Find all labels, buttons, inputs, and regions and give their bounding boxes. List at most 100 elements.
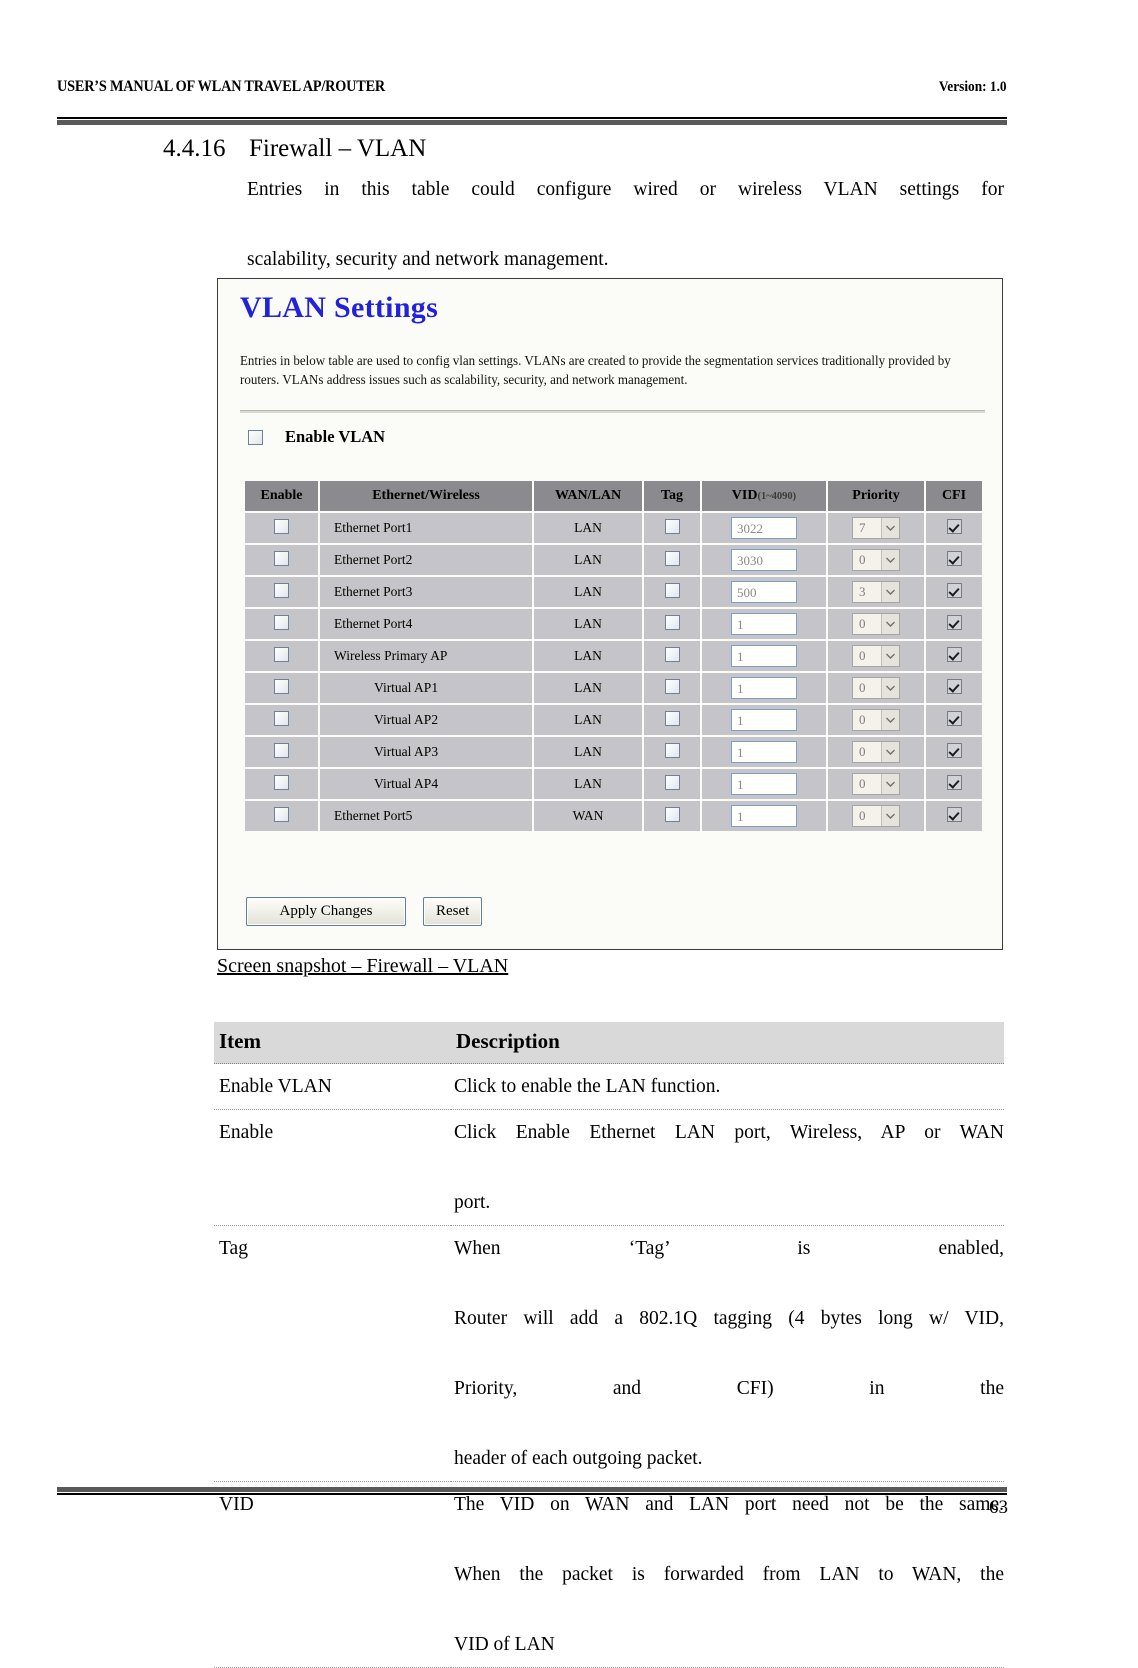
- cfi-checkbox[interactable]: [946, 614, 962, 630]
- row-tag-checkbox[interactable]: [664, 614, 680, 630]
- column-header-wan-lan: WAN/LAN: [534, 481, 642, 511]
- cell-priority: 0: [828, 737, 924, 767]
- priority-select[interactable]: 3: [852, 581, 900, 603]
- cell-tag: [644, 577, 700, 607]
- chevron-down-icon: [881, 774, 899, 794]
- column-header-description: Description: [451, 1022, 1004, 1064]
- vlan-table-row: Ethernet Port1 LAN 3022 7: [245, 513, 982, 543]
- description-table-row: Enable VLAN Click to enable the LAN funct…: [214, 1063, 1004, 1110]
- vlan-table-row: Virtual AP4 LAN 1 0: [245, 769, 982, 799]
- item-description-table: Item Description Enable VLAN Click to ena…: [214, 1022, 1004, 1668]
- row-enable-checkbox[interactable]: [274, 582, 289, 598]
- cell-priority: 3: [828, 577, 924, 607]
- cfi-checkbox[interactable]: [946, 774, 962, 790]
- enable-vlan-row: Enable VLAN: [248, 427, 385, 447]
- cell-priority: 0: [828, 545, 924, 575]
- cell-enable: [245, 737, 318, 767]
- cell-description: When ‘Tag’ is enabled, Router will add a …: [451, 1225, 1004, 1482]
- row-tag-checkbox[interactable]: [664, 806, 680, 822]
- section-intro: Entries in this table could configure wi…: [247, 172, 1004, 277]
- priority-select[interactable]: 0: [852, 549, 900, 571]
- description-line: Router will add a 802.1Q tagging (4 byte…: [454, 1308, 1004, 1329]
- cell-vid: 1: [702, 609, 826, 639]
- vlan-table-row: Virtual AP2 LAN 1 0: [245, 705, 982, 735]
- figure-caption: Screen snapshot – Firewall – VLAN: [217, 955, 509, 977]
- row-enable-checkbox[interactable]: [274, 742, 289, 758]
- cfi-checkbox[interactable]: [946, 550, 962, 566]
- enable-vlan-label: Enable VLAN: [285, 427, 386, 446]
- cfi-checkbox[interactable]: [946, 710, 962, 726]
- vid-input[interactable]: 1: [731, 773, 797, 795]
- cell-tag: [644, 513, 700, 543]
- priority-select[interactable]: 7: [852, 517, 900, 539]
- description-line: When the packet is forwarded from LAN to…: [454, 1564, 1004, 1585]
- row-tag-checkbox[interactable]: [664, 646, 680, 662]
- cfi-checkbox[interactable]: [946, 582, 962, 598]
- vid-label: VID: [731, 488, 758, 503]
- reset-button[interactable]: Reset: [423, 897, 483, 926]
- description-line-1: Entries in below table are used to confi…: [240, 353, 819, 368]
- cfi-checkbox[interactable]: [946, 806, 962, 822]
- cell-cfi: [926, 769, 982, 799]
- section-title: Firewall – VLAN: [249, 135, 427, 162]
- cfi-checkbox[interactable]: [946, 646, 962, 662]
- row-tag-checkbox[interactable]: [664, 742, 680, 758]
- row-enable-checkbox[interactable]: [274, 774, 289, 790]
- cell-interface-name: Virtual AP1: [320, 673, 532, 703]
- cell-enable: [245, 705, 318, 735]
- cfi-checkbox[interactable]: [946, 518, 962, 534]
- vlan-table-row: Ethernet Port4 LAN 1 0: [245, 609, 982, 639]
- description-table-row: Enable Click Enable Ethernet LAN port, Wi…: [214, 1109, 1004, 1226]
- intro-line-2: scalability, security and network manage…: [247, 249, 609, 270]
- cell-priority: 0: [828, 673, 924, 703]
- row-enable-checkbox[interactable]: [274, 614, 289, 630]
- cell-vid: 1: [702, 641, 826, 671]
- priority-select[interactable]: 0: [852, 613, 900, 635]
- apply-changes-button[interactable]: Apply Changes: [246, 897, 406, 926]
- chevron-down-icon: [881, 518, 899, 538]
- cell-cfi: [926, 577, 982, 607]
- row-tag-checkbox[interactable]: [664, 774, 680, 790]
- vid-input[interactable]: 3022: [731, 517, 797, 539]
- cell-interface-name: Ethernet Port4: [320, 609, 532, 639]
- vid-input[interactable]: 1: [731, 677, 797, 699]
- row-enable-checkbox[interactable]: [274, 550, 289, 566]
- cell-description: Click Enable Ethernet LAN port, Wireless…: [451, 1109, 1004, 1226]
- row-tag-checkbox[interactable]: [664, 582, 680, 598]
- row-tag-checkbox[interactable]: [664, 550, 680, 566]
- priority-select[interactable]: 0: [852, 709, 900, 731]
- vid-input[interactable]: 1: [731, 741, 797, 763]
- row-enable-checkbox[interactable]: [274, 518, 289, 534]
- vid-input[interactable]: 500: [731, 581, 797, 603]
- priority-select[interactable]: 0: [852, 773, 900, 795]
- priority-select[interactable]: 0: [852, 741, 900, 763]
- vid-input[interactable]: 1: [731, 645, 797, 667]
- row-enable-checkbox[interactable]: [274, 710, 289, 726]
- chevron-down-icon: [881, 710, 899, 730]
- row-enable-checkbox[interactable]: [274, 806, 289, 822]
- row-tag-checkbox[interactable]: [664, 518, 680, 534]
- vlan-table-row: Ethernet Port2 LAN 3030 0: [245, 545, 982, 575]
- cell-tag: [644, 545, 700, 575]
- cell-cfi: [926, 801, 982, 831]
- row-enable-checkbox[interactable]: [274, 678, 289, 694]
- enable-vlan-checkbox[interactable]: [248, 429, 263, 445]
- running-head: USER’S MANUAL OF WLAN TRAVEL AP/ROUTER V…: [57, 78, 1007, 96]
- priority-select[interactable]: 0: [852, 805, 900, 827]
- row-tag-checkbox[interactable]: [664, 710, 680, 726]
- vid-input[interactable]: 3030: [731, 549, 797, 571]
- row-tag-checkbox[interactable]: [664, 678, 680, 694]
- priority-select[interactable]: 0: [852, 645, 900, 667]
- vid-input[interactable]: 1: [731, 613, 797, 635]
- description-line: Priority, and CFI) in the: [454, 1378, 1004, 1399]
- vid-input[interactable]: 1: [731, 805, 797, 827]
- cell-tag: [644, 801, 700, 831]
- row-enable-checkbox[interactable]: [274, 646, 289, 662]
- intro-line-1: Entries in this table could configure wi…: [247, 179, 1004, 200]
- cfi-checkbox[interactable]: [946, 678, 962, 694]
- vid-input[interactable]: 1: [731, 709, 797, 731]
- priority-select[interactable]: 0: [852, 677, 900, 699]
- cfi-checkbox[interactable]: [946, 742, 962, 758]
- cell-item: VID: [214, 1481, 451, 1668]
- vlan-table-row: Ethernet Port5 WAN 1 0: [245, 801, 982, 831]
